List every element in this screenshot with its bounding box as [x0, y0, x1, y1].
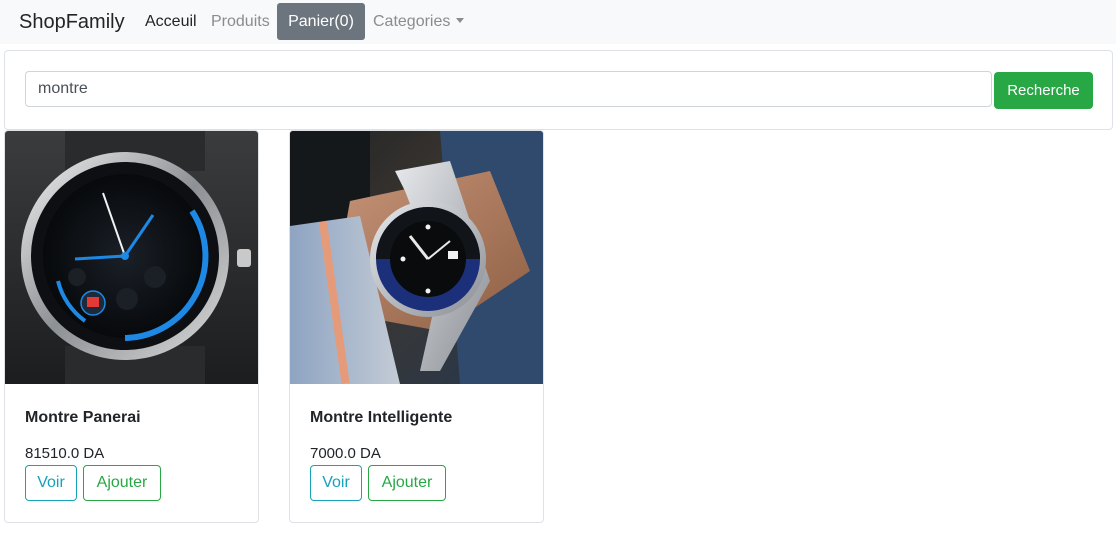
product-price: 81510.0 DA	[25, 445, 105, 462]
panier-label: Panier(0)	[288, 12, 354, 30]
product-title: Montre Panerai	[25, 409, 141, 426]
product-image-smartwatch[interactable]	[5, 131, 258, 384]
view-button-label: Voir	[322, 474, 350, 491]
add-button-label: Ajouter	[381, 474, 433, 491]
product-card: Montre Panerai 81510.0 DA Voir Ajouter	[4, 130, 259, 523]
search-card: montre Recherche	[4, 50, 1113, 130]
add-button-label: Ajouter	[96, 474, 148, 491]
search-value: montre	[38, 80, 88, 97]
product-price: 7000.0 DA	[310, 445, 381, 462]
view-button[interactable]: Voir	[310, 465, 362, 501]
nav-link-panier[interactable]: Panier(0)	[277, 3, 365, 40]
view-button-label: Voir	[37, 474, 65, 491]
search-input[interactable]: montre	[25, 71, 992, 107]
search-button-label: Recherche	[1007, 82, 1080, 99]
add-to-cart-button[interactable]: Ajouter	[368, 465, 446, 501]
add-to-cart-button[interactable]: Ajouter	[83, 465, 161, 501]
view-button[interactable]: Voir	[25, 465, 77, 501]
product-card: Montre Intelligente 7000.0 DA Voir Ajout…	[289, 130, 544, 523]
categories-label: Categories	[373, 13, 451, 30]
brand-logo[interactable]: ShopFamily	[19, 11, 125, 34]
categories-dropdown[interactable]: Categories	[373, 13, 465, 31]
caret-down-icon	[456, 18, 465, 23]
nav-link-accueil[interactable]: Acceuil	[145, 13, 197, 31]
product-title: Montre Intelligente	[310, 409, 453, 426]
navbar: ShopFamily Acceuil Produits Panier(0) Ca…	[0, 0, 1116, 44]
product-image-wristwatch[interactable]	[290, 131, 543, 384]
nav-link-produits[interactable]: Produits	[211, 13, 270, 31]
search-button[interactable]: Recherche	[994, 72, 1093, 109]
